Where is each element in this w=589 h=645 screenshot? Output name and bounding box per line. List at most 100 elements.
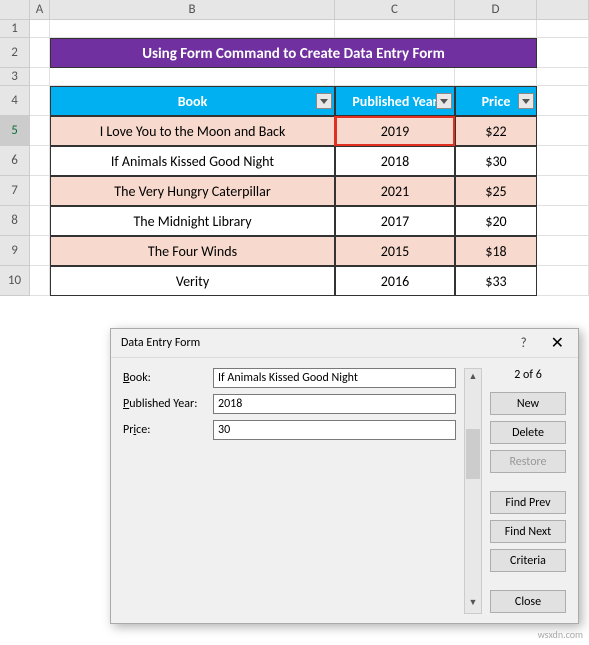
row-header-3[interactable]: 3 [0, 68, 30, 86]
scroll-up-icon[interactable]: ▲ [465, 369, 481, 387]
cell-year-4[interactable]: 2015 [335, 236, 455, 266]
watermark: wsxdn.com [538, 628, 583, 641]
row-header-6[interactable]: 6 [0, 146, 30, 176]
cell-c1[interactable] [335, 20, 455, 38]
form-fields: Book: Published Year: Price: [123, 368, 456, 614]
criteria-button[interactable]: Criteria [490, 549, 566, 572]
chevron-down-icon [440, 99, 448, 104]
row-header-1[interactable]: 1 [0, 20, 30, 38]
cell-a1[interactable] [30, 20, 50, 38]
cell-e5[interactable] [537, 116, 589, 146]
th-book[interactable]: Book [50, 86, 335, 116]
row-header-8[interactable]: 8 [0, 206, 30, 236]
label-price: Price: [123, 423, 213, 437]
cell-e2[interactable] [537, 38, 589, 68]
cell-e8[interactable] [537, 206, 589, 236]
cell-a9[interactable] [30, 236, 50, 266]
cell-e10[interactable] [537, 266, 589, 296]
cell-book-2[interactable]: The Very Hungry Caterpillar [50, 176, 335, 206]
cell-book-1[interactable]: If Animals Kissed Good Night [50, 146, 335, 176]
th-year[interactable]: Published Year [335, 86, 455, 116]
cell-e9[interactable] [537, 236, 589, 266]
find-next-button[interactable]: Find Next [490, 520, 566, 543]
record-counter: 2 of 6 [490, 368, 566, 382]
col-header-c[interactable]: C [335, 0, 455, 20]
th-price[interactable]: Price [455, 86, 537, 116]
cell-d3[interactable] [455, 68, 537, 86]
chevron-down-icon [522, 99, 530, 104]
dialog-title-label: Data Entry Form [121, 336, 200, 350]
row-header-9[interactable]: 9 [0, 236, 30, 266]
th-year-label: Published Year [352, 93, 437, 110]
row-header-7[interactable]: 7 [0, 176, 30, 206]
input-price[interactable] [213, 420, 456, 440]
cell-a7[interactable] [30, 176, 50, 206]
find-prev-button[interactable]: Find Prev [490, 491, 566, 514]
cell-price-2[interactable]: $25 [455, 176, 537, 206]
col-header-a[interactable]: A [30, 0, 50, 20]
row-header-4[interactable]: 4 [0, 86, 30, 116]
cell-year-3[interactable]: 2017 [335, 206, 455, 236]
data-entry-dialog: Data Entry Form ? ✕ Book: Published Year… [110, 328, 579, 624]
close-icon[interactable]: ✕ [543, 333, 572, 353]
cell-year-0[interactable]: 2019 [335, 116, 455, 146]
cell-a2[interactable] [30, 38, 50, 68]
dialog-buttons: 2 of 6 New Delete Restore Find Prev Find… [490, 368, 566, 614]
cell-c3[interactable] [335, 68, 455, 86]
col-header-d[interactable]: D [455, 0, 537, 20]
th-price-label: Price [482, 93, 511, 110]
cell-d1[interactable] [455, 20, 537, 38]
cell-price-5[interactable]: $33 [455, 266, 537, 296]
cell-a6[interactable] [30, 146, 50, 176]
row-header-5[interactable]: 5 [0, 116, 30, 146]
cell-price-4[interactable]: $18 [455, 236, 537, 266]
filter-button-price[interactable] [518, 93, 534, 109]
cell-e1[interactable] [537, 20, 589, 38]
scrollbar[interactable]: ▲ ▼ [464, 368, 482, 614]
label-year: Published Year: [123, 397, 213, 411]
spreadsheet: A B C D 1 2 Using Form Command to Create… [0, 0, 589, 296]
cell-b3[interactable] [50, 68, 335, 86]
cell-year-5[interactable]: 2016 [335, 266, 455, 296]
cell-book-0[interactable]: I Love You to the Moon and Back [50, 116, 335, 146]
input-book[interactable] [213, 368, 456, 388]
close-button[interactable]: Close [490, 590, 566, 613]
cell-a8[interactable] [30, 206, 50, 236]
filter-button-year[interactable] [436, 93, 452, 109]
cell-book-4[interactable]: The Four Winds [50, 236, 335, 266]
row-header-10[interactable]: 10 [0, 266, 30, 296]
restore-button[interactable]: Restore [490, 450, 566, 473]
delete-button[interactable]: Delete [490, 421, 566, 444]
cell-year-2[interactable]: 2021 [335, 176, 455, 206]
new-button[interactable]: New [490, 392, 566, 415]
cell-book-3[interactable]: The Midnight Library [50, 206, 335, 236]
cell-b1[interactable] [50, 20, 335, 38]
scroll-down-icon[interactable]: ▼ [465, 595, 481, 613]
cell-a3[interactable] [30, 68, 50, 86]
cell-price-1[interactable]: $30 [455, 146, 537, 176]
dialog-titlebar[interactable]: Data Entry Form ? ✕ [111, 329, 578, 358]
cell-e4[interactable] [537, 86, 589, 116]
th-book-label: Book [178, 93, 208, 110]
cell-price-3[interactable]: $20 [455, 206, 537, 236]
cell-e7[interactable] [537, 176, 589, 206]
help-icon[interactable]: ? [521, 336, 527, 351]
col-header-extra[interactable] [537, 0, 589, 20]
col-header-b[interactable]: B [50, 0, 335, 20]
cell-e3[interactable] [537, 68, 589, 86]
filter-button-book[interactable] [316, 93, 332, 109]
cell-a10[interactable] [30, 266, 50, 296]
scroll-thumb[interactable] [466, 429, 480, 479]
cell-price-0[interactable]: $22 [455, 116, 537, 146]
cell-e6[interactable] [537, 146, 589, 176]
corner-cell[interactable] [0, 0, 30, 20]
title-cell[interactable]: Using Form Command to Create Data Entry … [50, 38, 537, 68]
cell-year-1[interactable]: 2018 [335, 146, 455, 176]
input-year[interactable] [213, 394, 456, 414]
cell-a5[interactable] [30, 116, 50, 146]
cell-a4[interactable] [30, 86, 50, 116]
row-header-2[interactable]: 2 [0, 38, 30, 68]
label-book: Book: [123, 371, 213, 385]
chevron-down-icon [320, 99, 328, 104]
cell-book-5[interactable]: Verity [50, 266, 335, 296]
